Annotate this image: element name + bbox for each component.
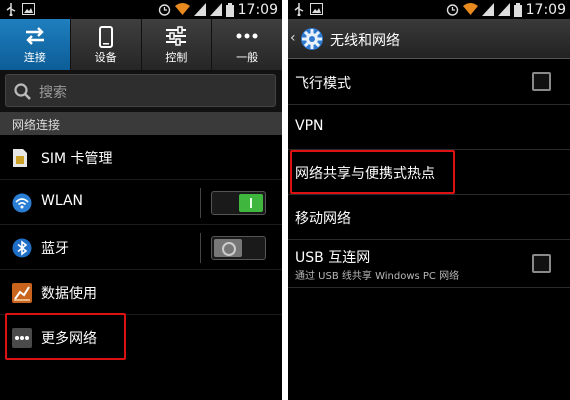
tab-label: 一般 (236, 51, 259, 64)
alarm-icon (446, 4, 458, 16)
more-dots-icon (236, 33, 258, 39)
search-placeholder: 搜索 (39, 85, 67, 101)
wifi-icon (12, 193, 32, 213)
tab-connections[interactable]: 连接 (0, 19, 71, 70)
image-notification-icon (310, 3, 323, 15)
wifi-status-icon (174, 3, 190, 15)
swap-arrows-icon (25, 27, 44, 45)
signal-icon (209, 3, 222, 16)
airplane-mode-checkbox[interactable] (532, 72, 551, 91)
bluetooth-icon (12, 238, 32, 258)
divider (200, 188, 201, 218)
section-header-label: 网络连接 (12, 118, 61, 132)
bluetooth-toggle[interactable] (211, 236, 266, 260)
list-item-usb-tethering[interactable]: USB 互连网 通过 USB 线共享 Windows PC 网络 (288, 240, 570, 288)
highlight-box (290, 150, 455, 194)
action-bar: ‹ 无线和网络 (288, 19, 570, 59)
list-item-label: 飞行模式 (295, 76, 351, 92)
list-item-mobile-networks[interactable]: 移动网络 (288, 195, 570, 240)
search-input[interactable]: 搜索 (5, 74, 276, 107)
left-phone-screen: 17:09 连接 设备 控制 一般 搜索 网络连接 SIM 卡管理 WLAN 蓝… (0, 0, 282, 400)
wifi-status-icon (462, 3, 478, 15)
status-time: 17:09 (237, 1, 278, 18)
right-phone-screen: 17:09 ‹ 无线和网络 飞行模式 VPN 网络共享与便携式热点 移动网络 U… (288, 0, 570, 400)
signal-icon (193, 3, 206, 16)
list-item-bluetooth[interactable]: 蓝牙 (0, 225, 282, 270)
list-item-label: 移动网络 (295, 211, 351, 227)
divider (200, 233, 201, 263)
list-item-label: WLAN (41, 193, 84, 209)
signal-icon (481, 3, 494, 16)
search-icon (14, 83, 31, 100)
list-item-label: SIM 卡管理 (41, 151, 113, 167)
signal-icon (497, 3, 510, 16)
image-notification-icon (22, 3, 35, 15)
sliders-icon (166, 26, 187, 46)
list-item-label: 数据使用 (41, 286, 97, 302)
list-item-vpn[interactable]: VPN (288, 105, 570, 150)
tab-label: 设备 (94, 51, 117, 64)
search-bar-container: 搜索 (0, 70, 282, 112)
gear-icon[interactable] (298, 25, 326, 53)
list-item-data-usage[interactable]: 数据使用 (0, 270, 282, 315)
battery-icon (225, 2, 234, 17)
list-item-sim-card[interactable]: SIM 卡管理 (0, 135, 282, 180)
battery-icon (513, 2, 522, 17)
section-header: 网络连接 (0, 112, 282, 135)
usb-icon (294, 3, 304, 16)
status-bar: 17:09 (288, 0, 570, 19)
list-item-label: VPN (295, 118, 324, 134)
list-item-label: USB 互连网 (295, 250, 371, 266)
tab-label: 连接 (23, 51, 46, 64)
wlan-toggle[interactable] (211, 191, 266, 215)
list-item-wlan[interactable]: WLAN (0, 180, 282, 225)
sim-card-icon (13, 149, 27, 167)
highlight-box (5, 313, 126, 360)
page-title: 无线和网络 (330, 33, 400, 49)
phone-device-icon (98, 26, 113, 48)
usb-tethering-checkbox[interactable] (532, 254, 551, 273)
back-chevron-icon[interactable]: ‹ (290, 30, 296, 46)
list-item-sublabel: 通过 USB 线共享 Windows PC 网络 (295, 271, 460, 282)
alarm-icon (158, 4, 170, 16)
list-item-airplane-mode[interactable]: 飞行模式 (288, 60, 570, 105)
tab-general[interactable]: 一般 (212, 19, 282, 70)
tab-controls[interactable]: 控制 (142, 19, 213, 70)
settings-tabs: 连接 设备 控制 一般 (0, 19, 282, 70)
status-time: 17:09 (525, 1, 566, 18)
tab-device[interactable]: 设备 (71, 19, 142, 70)
status-bar: 17:09 (0, 0, 282, 19)
usb-icon (6, 3, 16, 16)
tab-label: 控制 (165, 51, 188, 64)
list-item-label: 蓝牙 (41, 241, 69, 257)
data-usage-icon (12, 283, 32, 303)
